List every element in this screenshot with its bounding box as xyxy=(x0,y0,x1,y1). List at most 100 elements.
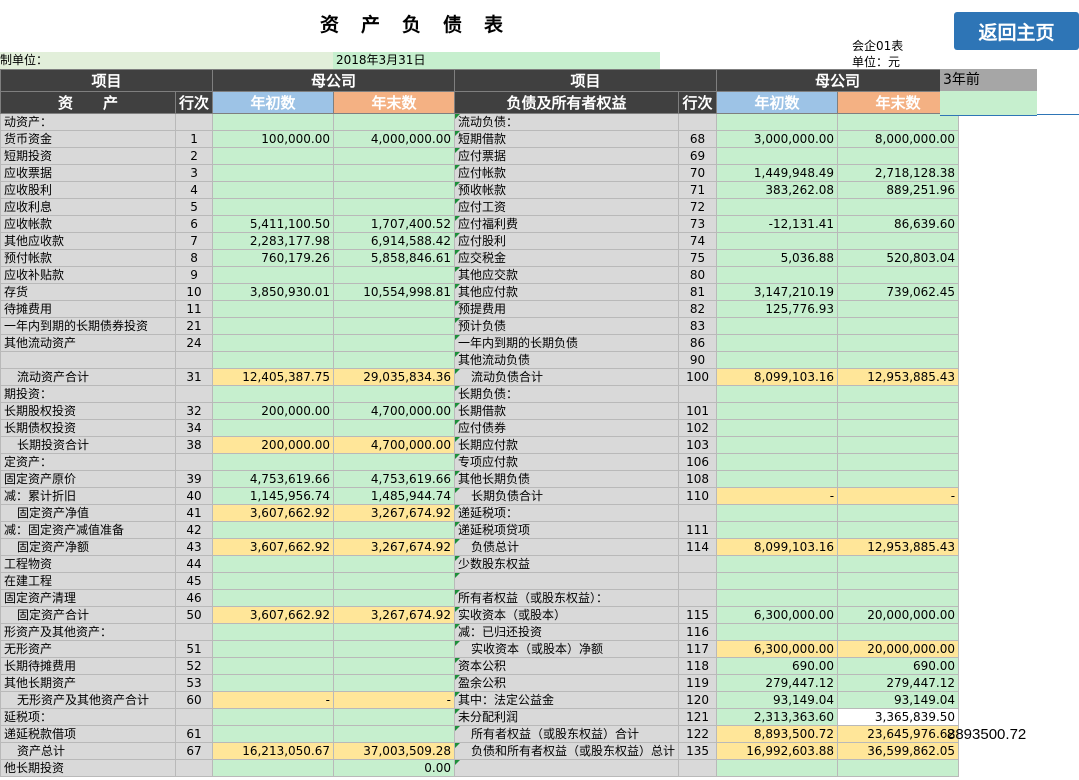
liability-row-no[interactable]: 101 xyxy=(678,402,718,420)
asset-end[interactable] xyxy=(333,317,456,335)
asset-item[interactable]: 其他长期资产 xyxy=(0,674,176,692)
asset-item[interactable]: 固定资产清理 xyxy=(0,589,176,607)
asset-end[interactable]: 4,700,000.00 xyxy=(333,436,456,454)
liability-item[interactable]: 未分配利润 xyxy=(454,708,680,726)
asset-row-no[interactable]: 8 xyxy=(174,249,214,267)
liability-row-no[interactable]: 68 xyxy=(678,130,718,148)
liability-row-no[interactable]: 100 xyxy=(678,368,718,386)
asset-end[interactable]: 37,003,509.28 xyxy=(333,742,456,760)
asset-end[interactable] xyxy=(333,419,456,437)
liability-begin[interactable] xyxy=(716,317,839,335)
liability-end[interactable] xyxy=(837,300,960,318)
liability-end[interactable]: 2,718,128.38 xyxy=(837,164,960,182)
liability-row-no[interactable]: 82 xyxy=(678,300,718,318)
liability-item[interactable]: 递延税项： xyxy=(454,504,680,522)
asset-end[interactable] xyxy=(333,147,456,165)
asset-end[interactable]: 1,707,400.52 xyxy=(333,215,456,233)
asset-item[interactable]: 应收票据 xyxy=(0,164,176,182)
asset-row-no[interactable]: 42 xyxy=(174,521,214,539)
asset-end[interactable]: 10,554,998.81 xyxy=(333,283,456,301)
asset-row-no[interactable]: 9 xyxy=(174,266,214,284)
liability-item[interactable]: 其他应付款 xyxy=(454,283,680,301)
liability-end[interactable]: 20,000,000.00 xyxy=(837,606,960,624)
asset-item[interactable]: 货币资金 xyxy=(0,130,176,148)
liability-begin[interactable]: 5,036.88 xyxy=(716,249,839,267)
liability-begin[interactable] xyxy=(716,470,839,488)
asset-row-no[interactable]: 60 xyxy=(174,691,214,709)
liability-begin[interactable] xyxy=(716,334,839,352)
asset-item[interactable]: 减：累计折旧 xyxy=(0,487,176,505)
asset-end[interactable]: 0.00 xyxy=(333,759,456,777)
liability-end[interactable] xyxy=(837,521,960,539)
asset-begin[interactable] xyxy=(212,385,335,403)
liability-end[interactable] xyxy=(837,623,960,641)
liability-item[interactable]: 预提费用 xyxy=(454,300,680,318)
liability-end[interactable] xyxy=(837,470,960,488)
asset-row-no[interactable]: 10 xyxy=(174,283,214,301)
liability-row-no[interactable]: 115 xyxy=(678,606,718,624)
asset-begin[interactable] xyxy=(212,674,335,692)
liability-item[interactable]: 其他长期负债 xyxy=(454,470,680,488)
asset-begin[interactable]: 760,179.26 xyxy=(212,249,335,267)
asset-begin[interactable] xyxy=(212,147,335,165)
liability-end[interactable] xyxy=(837,759,960,777)
asset-row-no[interactable] xyxy=(174,113,214,131)
asset-begin[interactable] xyxy=(212,113,335,131)
liability-end[interactable] xyxy=(837,147,960,165)
asset-end[interactable]: 4,700,000.00 xyxy=(333,402,456,420)
liability-row-no[interactable]: 116 xyxy=(678,623,718,641)
asset-begin[interactable] xyxy=(212,640,335,658)
asset-item[interactable]: 其他应收款 xyxy=(0,232,176,250)
liability-begin[interactable] xyxy=(716,623,839,641)
asset-row-no[interactable]: 51 xyxy=(174,640,214,658)
asset-row-no[interactable]: 61 xyxy=(174,725,214,743)
asset-item[interactable]: 待摊费用 xyxy=(0,300,176,318)
liability-row-no[interactable]: 102 xyxy=(678,419,718,437)
asset-begin[interactable]: 3,607,662.92 xyxy=(212,504,335,522)
asset-end[interactable] xyxy=(333,657,456,675)
asset-item[interactable]: 无形资产 xyxy=(0,640,176,658)
asset-begin[interactable]: 2,283,177.98 xyxy=(212,232,335,250)
asset-begin[interactable]: 3,850,930.01 xyxy=(212,283,335,301)
asset-row-no[interactable]: 31 xyxy=(174,368,214,386)
liability-begin[interactable]: 3,147,210.19 xyxy=(716,283,839,301)
liability-end[interactable]: 279,447.12 xyxy=(837,674,960,692)
asset-begin[interactable] xyxy=(212,198,335,216)
liability-row-no[interactable]: 103 xyxy=(678,436,718,454)
asset-begin[interactable] xyxy=(212,572,335,590)
liability-end[interactable]: 12,953,885.43 xyxy=(837,368,960,386)
liability-end[interactable] xyxy=(837,504,960,522)
asset-begin[interactable]: 3,607,662.92 xyxy=(212,606,335,624)
liability-item[interactable]: 应付票据 xyxy=(454,147,680,165)
asset-end[interactable] xyxy=(333,198,456,216)
liability-end[interactable] xyxy=(837,385,960,403)
asset-item[interactable]: 工程物资 xyxy=(0,555,176,573)
asset-row-no[interactable]: 38 xyxy=(174,436,214,454)
asset-row-no[interactable]: 44 xyxy=(174,555,214,573)
asset-begin[interactable]: 4,753,619.66 xyxy=(212,470,335,488)
liability-row-no[interactable] xyxy=(678,113,718,131)
liability-item[interactable]: 少数股东权益 xyxy=(454,555,680,573)
asset-begin[interactable] xyxy=(212,453,335,471)
liability-item[interactable]: 预收帐款 xyxy=(454,181,680,199)
asset-begin[interactable]: 200,000.00 xyxy=(212,436,335,454)
liability-item[interactable]: 专项应付款 xyxy=(454,453,680,471)
asset-item[interactable]: 长期投资合计 xyxy=(0,436,176,454)
liability-begin[interactable] xyxy=(716,351,839,369)
asset-row-no[interactable] xyxy=(174,708,214,726)
asset-row-no[interactable]: 43 xyxy=(174,538,214,556)
liability-end[interactable]: - xyxy=(837,487,960,505)
liability-item[interactable]: 其中：法定公益金 xyxy=(454,691,680,709)
asset-item[interactable]: 在建工程 xyxy=(0,572,176,590)
asset-row-no[interactable]: 5 xyxy=(174,198,214,216)
asset-end[interactable]: 5,858,846.61 xyxy=(333,249,456,267)
asset-item[interactable]: 延税项： xyxy=(0,708,176,726)
liability-begin[interactable] xyxy=(716,453,839,471)
asset-row-no[interactable]: 46 xyxy=(174,589,214,607)
liability-begin[interactable]: 279,447.12 xyxy=(716,674,839,692)
liability-row-no[interactable]: 108 xyxy=(678,470,718,488)
liability-begin[interactable]: - xyxy=(716,487,839,505)
liability-item[interactable] xyxy=(454,572,680,590)
asset-end[interactable] xyxy=(333,453,456,471)
liability-row-no[interactable]: 71 xyxy=(678,181,718,199)
